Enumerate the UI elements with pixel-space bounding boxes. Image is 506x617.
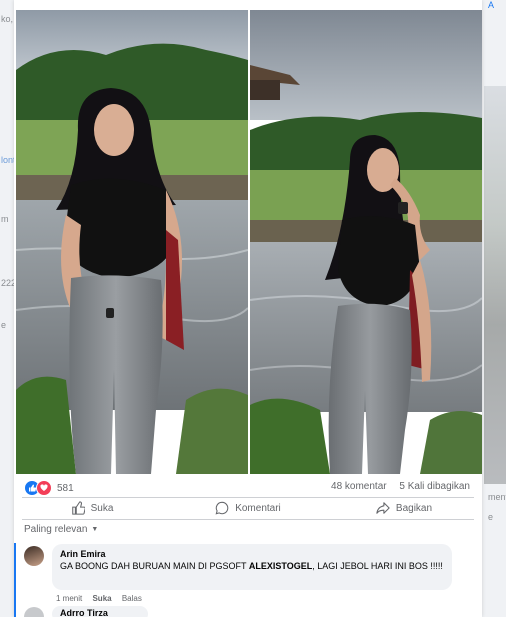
post-photo-2[interactable]: [250, 10, 482, 474]
comment-icon: [215, 501, 229, 515]
comment-sort-dropdown[interactable]: Paling relevan ▼: [24, 524, 98, 535]
post-photos: [14, 10, 482, 474]
comment-meta: 1 menit Suka Balas: [56, 594, 150, 603]
share-icon: [376, 502, 390, 514]
comment-like-button[interactable]: Suka: [92, 594, 111, 603]
post-stats: 48 komentar 5 Kali dibagikan: [331, 481, 470, 492]
post-photo-1[interactable]: [16, 10, 248, 474]
background-text: m: [1, 214, 9, 224]
comment-bold-text: ALEXISTOGEL: [248, 561, 313, 571]
background-text: A: [488, 0, 495, 10]
post-actions: Suka Komentari Bagikan: [14, 497, 482, 519]
comment-time[interactable]: 1 menit: [56, 594, 82, 603]
share-button[interactable]: Bagikan: [326, 497, 482, 519]
chevron-down-icon: ▼: [91, 526, 99, 533]
love-reaction-icon: [36, 480, 52, 496]
post-modal: 581 48 komentar 5 Kali dibagikan Suka Ko…: [14, 0, 482, 617]
comment-bubble: Arin Emira GA BOONG DAH BURUAN MAIN DI P…: [52, 544, 452, 590]
comment-author[interactable]: Arin Emira: [60, 549, 444, 559]
comment-label: Komentari: [235, 502, 281, 514]
comments-count-link[interactable]: 48 komentar: [331, 481, 387, 492]
comment-author[interactable]: Adrro Tirza: [60, 608, 140, 617]
avatar[interactable]: [24, 607, 44, 617]
sort-label: Paling relevan: [24, 524, 88, 535]
shares-count-link[interactable]: 5 Kali dibagikan: [399, 481, 470, 492]
reaction-summary[interactable]: 581: [24, 480, 74, 496]
background-text: e: [488, 512, 494, 522]
comment-button[interactable]: Komentari: [170, 497, 326, 519]
like-button[interactable]: Suka: [14, 497, 170, 519]
background-image: [484, 86, 506, 484]
like-label: Suka: [90, 502, 114, 514]
avatar[interactable]: [24, 546, 44, 566]
comment-highlight-bar: [14, 543, 16, 617]
reaction-count: 581: [57, 482, 74, 494]
comment-text: GA BOONG DAH BURUAN MAIN DI PGSOFT ALEXI…: [60, 561, 443, 571]
comment-reply-button[interactable]: Balas: [122, 594, 142, 603]
share-label: Bagikan: [395, 502, 433, 514]
divider: [22, 519, 474, 520]
background-text: e: [1, 320, 7, 330]
background-text: mentar: [488, 492, 506, 502]
thumbs-up-icon: [71, 501, 85, 515]
comment-bubble: Adrro Tirza: [52, 606, 148, 617]
